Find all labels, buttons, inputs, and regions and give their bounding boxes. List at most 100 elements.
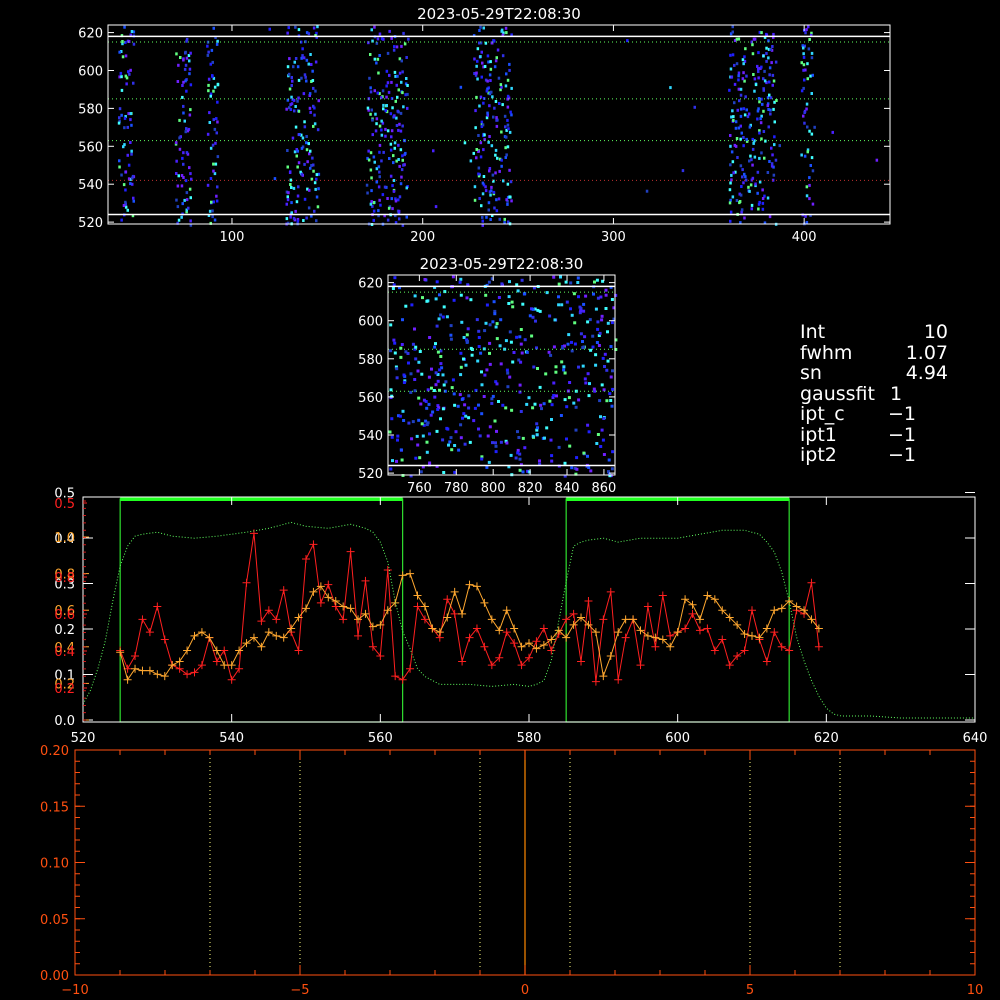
heatmap-pixel (292, 186, 296, 190)
heatmap-pixel (479, 141, 483, 145)
heatmap-pixel (483, 65, 487, 68)
heatmap-pixel (519, 410, 523, 413)
data-point (413, 591, 422, 600)
heatmap-pixel (491, 95, 494, 99)
heatmap-pixel (739, 107, 743, 111)
heatmap-pixel (588, 318, 592, 322)
heatmap-pixel (390, 135, 393, 139)
heatmap-pixel (497, 76, 501, 80)
heatmap-pixel (433, 345, 437, 349)
heatmap-pixel (737, 87, 741, 91)
heatmap-pixel (557, 295, 560, 299)
heatmap-pixel (117, 121, 121, 125)
heatmap-pixel (606, 359, 610, 363)
data-point (517, 642, 526, 651)
data-point (658, 591, 667, 600)
data-point (309, 587, 318, 596)
heatmap-pixel (439, 417, 442, 421)
y-tick-label: 580 (78, 102, 103, 117)
heatmap-pixel (391, 207, 394, 211)
heatmap-pixel (737, 126, 741, 130)
heatmap-pixel (575, 467, 579, 471)
heatmap-pixel (467, 394, 471, 398)
heatmap-pixel (604, 293, 608, 297)
heatmap-pixel (120, 88, 124, 92)
heatmap-pixel (397, 88, 400, 92)
heatmap-pixel (763, 156, 766, 160)
heatmap-pixel (750, 203, 754, 207)
heatmap-pixel (769, 48, 772, 51)
heatmap-pixel (569, 281, 573, 285)
heatmap-pixel (414, 345, 418, 349)
heatmap-pixel (180, 174, 184, 177)
heatmap-pixel (731, 30, 734, 34)
heatmap-pixel (810, 92, 813, 95)
heatmap-pixel (574, 428, 578, 432)
heatmap-pixel (506, 371, 510, 375)
heatmap-pixel (388, 157, 391, 160)
heatmap-pixel (809, 164, 812, 167)
heatmap-pixel (492, 300, 496, 304)
heatmap-pixel (594, 363, 598, 367)
heatmap-pixel (740, 131, 743, 135)
heatmap-pixel (406, 352, 410, 355)
heatmap-pixel (421, 434, 425, 438)
heatmap-pixel (289, 178, 293, 182)
x-tick-label: 820 (518, 481, 543, 496)
heatmap-pixel (773, 135, 776, 139)
heatmap-pixel (451, 378, 455, 382)
heatmap-pixel (482, 101, 485, 105)
data-point (770, 606, 779, 615)
heatmap-pixel (751, 43, 754, 47)
heatmap-pixel (388, 73, 391, 77)
y-tick-label: 580 (358, 353, 383, 368)
heatmap-pixel (507, 295, 511, 299)
x-tick-label: 860 (592, 481, 617, 496)
heatmap-pixel (499, 362, 503, 366)
heatmap-pixel (484, 293, 488, 297)
heatmap-pixel (523, 446, 527, 450)
heatmap-pixel (500, 85, 503, 89)
heatmap-pixel (572, 401, 576, 405)
heatmap-pixel (406, 106, 409, 110)
heatmap-pixel (286, 195, 289, 199)
data-point (131, 651, 140, 660)
heatmap-pixel (372, 155, 376, 159)
data-point (383, 565, 392, 574)
heatmap-pixel (464, 363, 468, 367)
heatmap-pixel (485, 303, 489, 307)
heatmap-pixel (487, 60, 490, 64)
heatmap-pixel (397, 128, 400, 132)
heatmap-pixel (531, 434, 535, 438)
heatmap-pixel (305, 79, 308, 83)
heatmap-pixel (729, 144, 732, 148)
data-point (606, 651, 615, 660)
heatmap-pixel (449, 337, 453, 341)
heatmap-pixel (373, 57, 377, 61)
heatmap-pixel (576, 281, 580, 284)
heatmap-pixel (296, 149, 299, 153)
heatmap-pixel (491, 320, 495, 324)
heatmap-pixel (376, 37, 380, 41)
heatmap-pixel (765, 59, 768, 63)
heatmap-pixel (446, 427, 450, 431)
heatmap-pixel (208, 209, 212, 213)
heatmap-pixel (606, 321, 610, 325)
heatmap-pixel (313, 122, 317, 126)
heatmap-pixel (562, 368, 566, 372)
data-point (636, 626, 645, 635)
heatmap-pixel (760, 31, 763, 35)
heatmap-pixel (494, 148, 498, 152)
heatmap-pixel (391, 287, 395, 290)
heatmap-pixel (485, 465, 489, 469)
heatmap-pixel (393, 141, 397, 145)
heatmap-pixel (369, 86, 372, 90)
heatmap-pixel (495, 124, 499, 128)
heatmap-pixel (206, 44, 209, 48)
heatmap-pixel (443, 290, 447, 294)
heatmap-pixel (501, 54, 505, 58)
heatmap-pixel (389, 148, 393, 152)
heatmap-pixel (453, 403, 457, 407)
heatmap-pixel (370, 200, 373, 204)
heatmap-pixel (439, 362, 443, 366)
